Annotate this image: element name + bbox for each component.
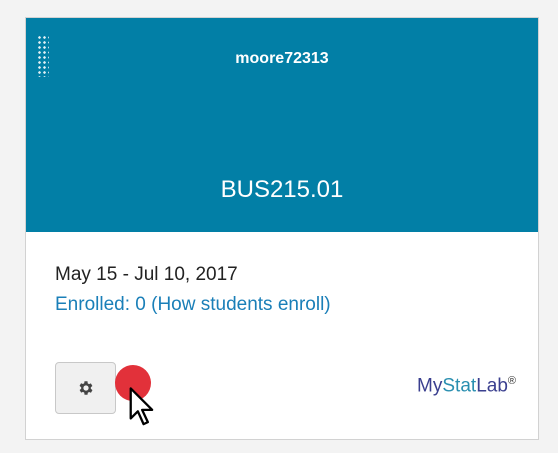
course-dates: May 15 - Jul 10, 2017 (55, 264, 238, 285)
course-owner: moore72313 (235, 50, 329, 67)
mouse-pointer-icon (129, 387, 154, 426)
enrollment-link[interactable]: Enrolled: 0 (How students enroll) (55, 294, 331, 316)
course-title[interactable]: BUS215.01 (26, 176, 538, 204)
settings-button[interactable] (55, 362, 116, 414)
course-card: moore72313 BUS215.01 May 15 - Jul 10, 20… (25, 17, 539, 440)
logo-part-my: My (417, 375, 443, 397)
course-card-header[interactable]: moore72313 BUS215.01 (26, 18, 538, 232)
logo-part-lab: Lab (476, 375, 508, 397)
logo-part-stat: Stat (442, 375, 477, 397)
logo-registered-mark: ® (507, 375, 516, 387)
gear-icon (79, 381, 92, 395)
product-logo: MyStatLab® (417, 375, 516, 397)
